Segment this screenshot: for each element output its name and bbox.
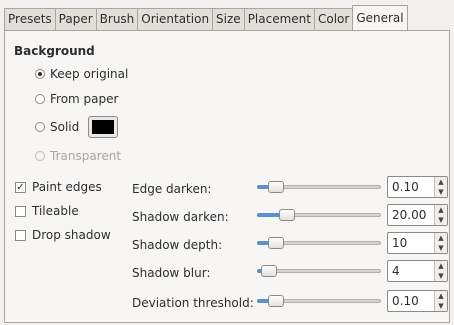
chevron-down-icon[interactable]: ▼ [435, 215, 447, 225]
general-panel: Background Keep original From paper Soli… [4, 30, 450, 323]
shadow-depth-label: Shadow depth: [132, 238, 223, 252]
shadow-depth-spinbox[interactable]: 10 ▲ ▼ [387, 232, 448, 254]
solid-color-button[interactable] [88, 116, 119, 138]
shadow-blur-label: Shadow blur: [132, 266, 211, 280]
tab-general[interactable]: General [352, 5, 408, 30]
shadow-depth-slider[interactable] [257, 235, 381, 251]
tab-color[interactable]: Color [313, 8, 354, 30]
slider-knob[interactable] [261, 265, 277, 277]
shadow-darken-spinbox[interactable]: 20.00 ▲ ▼ [387, 204, 448, 226]
shadow-blur-spinbox[interactable]: 4 ▲ ▼ [387, 260, 448, 282]
tab-size[interactable]: Size [212, 8, 245, 30]
spinbox-value[interactable]: 20.00 [392, 208, 426, 222]
tab-brush[interactable]: Brush [95, 8, 139, 30]
checkbox-label: Drop shadow [32, 228, 111, 242]
chevron-up-icon[interactable]: ▲ [435, 261, 447, 271]
radio-label: Solid [50, 120, 80, 134]
spinbox-value[interactable]: 0.10 [392, 294, 419, 308]
slider-knob[interactable] [268, 295, 284, 307]
spinbox-value[interactable]: 0.10 [392, 180, 419, 194]
edge-darken-label: Edge darken: [132, 182, 212, 196]
radio-label: From paper [50, 92, 119, 106]
checkbox-label: Paint edges [32, 180, 102, 194]
background-heading: Background [14, 44, 95, 58]
shadow-blur-slider[interactable] [257, 263, 381, 279]
tab-placement[interactable]: Placement [243, 8, 315, 30]
edge-darken-spinbox[interactable]: 0.10 ▲ ▼ [387, 176, 448, 198]
radio-from-paper[interactable]: From paper [35, 92, 118, 106]
checkbox-indicator[interactable]: ✓ [15, 181, 26, 193]
chevron-down-icon[interactable]: ▼ [435, 301, 447, 311]
slider-knob[interactable] [279, 209, 295, 221]
radio-indicator[interactable] [35, 69, 45, 79]
radio-indicator [35, 151, 45, 161]
radio-label: Transparent [50, 149, 122, 163]
radio-indicator[interactable] [35, 122, 45, 132]
spinbox-value[interactable]: 10 [392, 236, 407, 250]
shadow-darken-slider[interactable] [257, 207, 381, 223]
radio-transparent: Transparent [35, 149, 121, 163]
chevron-up-icon[interactable]: ▲ [435, 233, 447, 243]
checkbox-label: Tileable [32, 204, 79, 218]
checkbox-tileable[interactable]: Tileable [15, 204, 79, 218]
chevron-down-icon[interactable]: ▼ [435, 243, 447, 253]
slider-knob[interactable] [268, 181, 284, 193]
chevron-up-icon[interactable]: ▲ [435, 205, 447, 215]
chevron-up-icon[interactable]: ▲ [435, 291, 447, 301]
checkbox-indicator[interactable] [15, 229, 26, 241]
tab-bar: Presets Paper Brush Orientation Size Pla… [4, 5, 408, 30]
chevron-up-icon[interactable]: ▲ [435, 177, 447, 187]
deviation-threshold-spinbox[interactable]: 0.10 ▲ ▼ [387, 290, 448, 312]
slider-knob[interactable] [268, 237, 284, 249]
deviation-threshold-label: Deviation threshold: [132, 296, 254, 310]
radio-keep-original[interactable]: Keep original [35, 67, 128, 81]
spinbox-value[interactable]: 4 [392, 264, 400, 278]
tab-paper[interactable]: Paper [54, 8, 97, 30]
radio-label: Keep original [50, 67, 129, 81]
checkbox-indicator[interactable] [15, 205, 26, 217]
checkbox-paint-edges[interactable]: ✓ Paint edges [15, 180, 102, 194]
edge-darken-slider[interactable] [257, 179, 381, 195]
checkbox-drop-shadow[interactable]: Drop shadow [15, 228, 111, 242]
radio-solid[interactable]: Solid [35, 116, 119, 138]
radio-indicator[interactable] [35, 94, 45, 104]
deviation-threshold-slider[interactable] [257, 293, 381, 309]
tab-orientation[interactable]: Orientation [137, 8, 214, 30]
shadow-darken-label: Shadow darken: [132, 210, 229, 224]
chevron-down-icon[interactable]: ▼ [435, 187, 447, 197]
color-swatch-fill [92, 120, 115, 134]
chevron-down-icon[interactable]: ▼ [435, 271, 447, 281]
tab-presets[interactable]: Presets [4, 8, 56, 30]
